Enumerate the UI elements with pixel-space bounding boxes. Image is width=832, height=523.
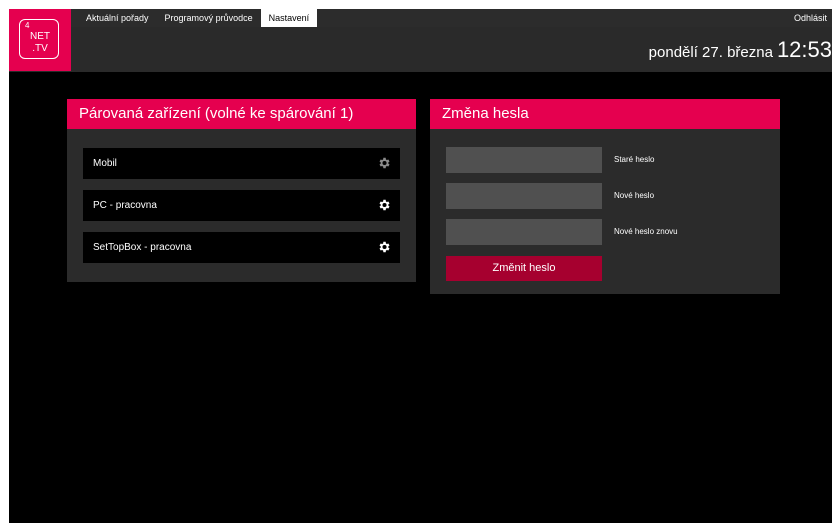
old-password-input[interactable] xyxy=(446,147,602,173)
new-password-label: Nové heslo xyxy=(614,191,655,200)
current-time: 12:53 xyxy=(776,37,832,62)
gear-icon[interactable] xyxy=(377,240,391,254)
logo-text-net: NET xyxy=(30,31,50,42)
device-label: Mobil xyxy=(93,158,117,169)
paired-devices-title: Párovaná zařízení (volné ke spárování 1) xyxy=(67,99,416,129)
tab-current-shows[interactable]: Aktuální pořady xyxy=(78,9,157,27)
device-label: SetTopBox - pracovna xyxy=(93,242,192,253)
current-date: pondělí 27. března xyxy=(648,44,773,61)
logo-number: 4 xyxy=(25,21,30,30)
change-password-title: Změna hesla xyxy=(430,99,780,129)
device-row-mobile[interactable]: Mobil xyxy=(83,148,400,179)
confirm-password-input[interactable] xyxy=(446,219,602,245)
tab-program-guide[interactable]: Programový průvodce xyxy=(157,9,261,27)
logo-text-tv: .TV xyxy=(32,43,48,54)
device-row-pc[interactable]: PC - pracovna xyxy=(83,190,400,221)
change-password-panel: Změna hesla Staré heslo Nové heslo Nové … xyxy=(430,99,780,294)
confirm-password-label: Nové heslo znovu xyxy=(614,227,678,236)
logo-frame: 4 NET .TV xyxy=(19,19,59,59)
paired-devices-panel: Párovaná zařízení (volné ke spárování 1)… xyxy=(67,99,416,282)
device-label: PC - pracovna xyxy=(93,200,157,211)
old-password-label: Staré heslo xyxy=(614,155,655,164)
change-password-button[interactable]: Změnit heslo xyxy=(446,256,602,281)
gear-icon[interactable] xyxy=(377,198,391,212)
top-navigation-bar: Aktuální pořady Programový průvodce Nast… xyxy=(9,9,832,27)
brand-logo[interactable]: 4 NET .TV xyxy=(9,9,71,71)
tab-settings[interactable]: Nastavení xyxy=(260,9,318,27)
gear-icon[interactable] xyxy=(377,156,391,170)
device-row-settopbox[interactable]: SetTopBox - pracovna xyxy=(83,232,400,263)
new-password-input[interactable] xyxy=(446,183,602,209)
clock: pondělí 27. března 12:53 xyxy=(649,37,832,67)
logout-link[interactable]: Odhlásit xyxy=(794,9,827,27)
app-window: Aktuální pořady Programový průvodce Nast… xyxy=(9,9,832,523)
main-nav: Aktuální pořady Programový průvodce Nast… xyxy=(78,9,318,27)
